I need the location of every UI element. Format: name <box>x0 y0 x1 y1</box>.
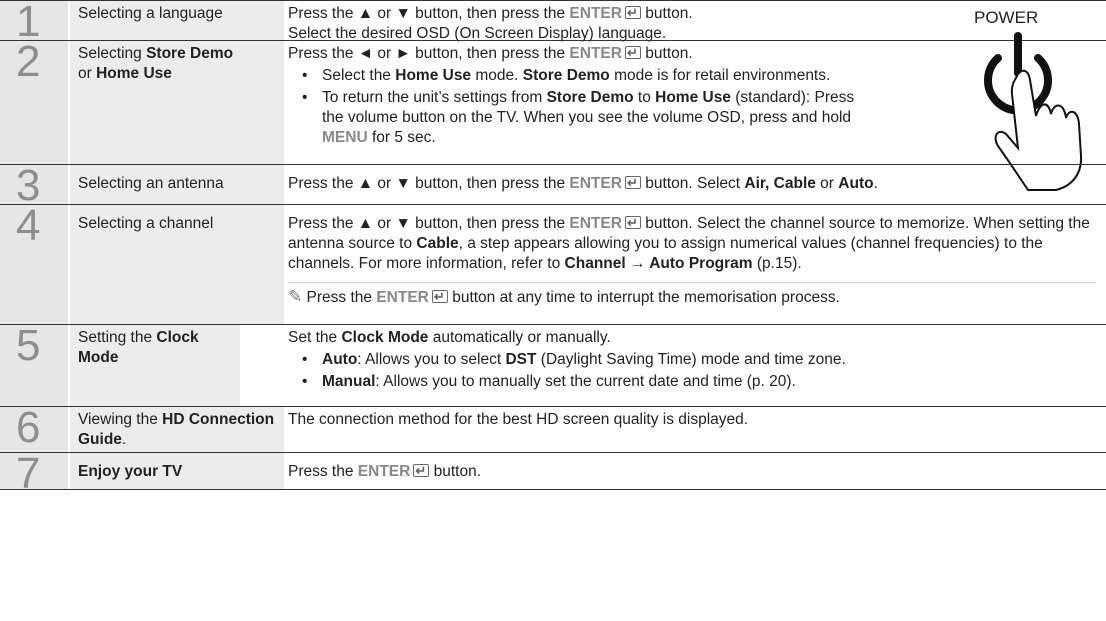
step-number: 2 <box>16 37 41 86</box>
step-number-cell: 4 <box>0 201 68 325</box>
enter-icon <box>413 461 430 481</box>
step-number-cell: 3 <box>0 164 68 208</box>
step-label: Enjoy your TV <box>70 453 284 489</box>
step-label-text: or <box>78 65 97 82</box>
step-description: Press the ◄ or ► button, then press the … <box>288 41 866 150</box>
bullet-item: Select the Home Use mode. Store Demo mod… <box>302 66 866 86</box>
step-number: 4 <box>16 201 41 250</box>
step-label: Viewing the HD Connection Guide. <box>70 407 284 453</box>
step-label: Selecting a language <box>70 1 284 41</box>
step-label: Selecting an antenna <box>70 165 284 205</box>
step-description: Press the ▲ or ▼ button, then press the … <box>288 1 946 44</box>
step-label-text: Selecting a channel <box>78 215 214 232</box>
step-label-text: Enjoy your TV <box>78 463 183 480</box>
bullet-item: To return the unit’s settings from Store… <box>302 88 866 148</box>
desc-paragraph: Press the ▲ or ▼ button, then press the … <box>288 213 1096 274</box>
enter-icon <box>624 213 641 233</box>
step-description: Press the ENTER button. <box>288 453 1106 482</box>
enter-key-label: ENTER <box>569 175 622 192</box>
enter-key-label: ENTER <box>569 45 622 62</box>
step-number-cell: 2 <box>0 37 68 165</box>
enter-icon <box>624 43 641 63</box>
step-label: Selecting Store Demo or Home Use <box>70 41 284 165</box>
step-label: Setting the Clock Mode <box>70 325 240 407</box>
step-description: Press the ▲ or ▼ button, then press the … <box>288 205 1096 308</box>
step-label-text: Selecting a language <box>78 5 223 22</box>
step-description: Set the Clock Mode automatically or manu… <box>288 325 1106 394</box>
step-row-2: 2 Selecting Store Demo or Home Use Press… <box>0 40 1106 165</box>
note: ✎ Press the ENTER button at any time to … <box>288 282 1096 308</box>
enter-icon <box>624 3 641 23</box>
enter-icon <box>431 287 448 307</box>
step-label-text: Selecting an antenna <box>78 175 224 192</box>
step-description: Press the ▲ or ▼ button, then press the … <box>288 165 1106 194</box>
desc-text: Press the ◄ or ► button, then press the <box>288 45 570 62</box>
desc-text: button. <box>640 5 693 22</box>
step-number-cell: 1 <box>0 0 68 44</box>
step-label-bold: Home Use <box>96 65 172 82</box>
desc-text: button. <box>640 45 693 62</box>
desc-text: Press the ▲ or ▼ button, then press the <box>288 5 570 22</box>
step-number-cell: 5 <box>0 321 68 407</box>
bullet-item: Auto: Allows you to select DST (Daylight… <box>302 350 1106 370</box>
power-label: POWER <box>974 8 1039 27</box>
desc-line: Set the Clock Mode automatically or manu… <box>288 329 611 346</box>
enter-icon <box>624 173 641 193</box>
step-row-7: 7 Enjoy your TV Press the ENTER button. <box>0 452 1106 496</box>
note-pencil-icon: ✎ <box>288 287 303 306</box>
enter-key-label: ENTER <box>357 463 411 480</box>
step-label: Selecting a channel <box>70 205 284 325</box>
step-number-cell: 6 <box>0 403 68 453</box>
step-number-cell: 7 <box>0 452 68 496</box>
step-row-6: 6 Viewing the HD Connection Guide. The c… <box>0 406 1106 453</box>
step-label-bold: Store Demo <box>146 45 234 62</box>
bullet-list: Select the Home Use mode. Store Demo mod… <box>288 66 866 148</box>
step-number: 5 <box>16 321 41 370</box>
desc-line: Press the ◄ or ► button, then press the … <box>288 43 866 64</box>
step-number: 6 <box>16 403 41 452</box>
desc-line: Press the ▲ or ▼ button, then press the … <box>288 3 946 24</box>
step-row-1: 1 Selecting a language Press the ▲ or ▼ … <box>0 0 1106 44</box>
step-label-text: Selecting <box>78 45 147 62</box>
enter-key-label: ENTER <box>569 215 622 232</box>
bullet-list: Auto: Allows you to select DST (Daylight… <box>288 350 1106 392</box>
step-row-5: 5 Setting the Clock Mode Set the Clock M… <box>0 324 1106 407</box>
bullet-item: Manual: Allows you to manually set the c… <box>302 372 1106 392</box>
desc-text: The connection method for the best HD sc… <box>288 411 749 428</box>
enter-key-label: ENTER <box>569 5 622 22</box>
enter-key-label: ENTER <box>376 289 429 306</box>
step-row-3: 3 Selecting an antenna Press the ▲ or ▼ … <box>0 164 1106 208</box>
step-number: 7 <box>16 449 41 498</box>
step-row-4: 4 Selecting a channel Press the ▲ or ▼ b… <box>0 204 1106 325</box>
step-description: The connection method for the best HD sc… <box>288 407 1106 430</box>
